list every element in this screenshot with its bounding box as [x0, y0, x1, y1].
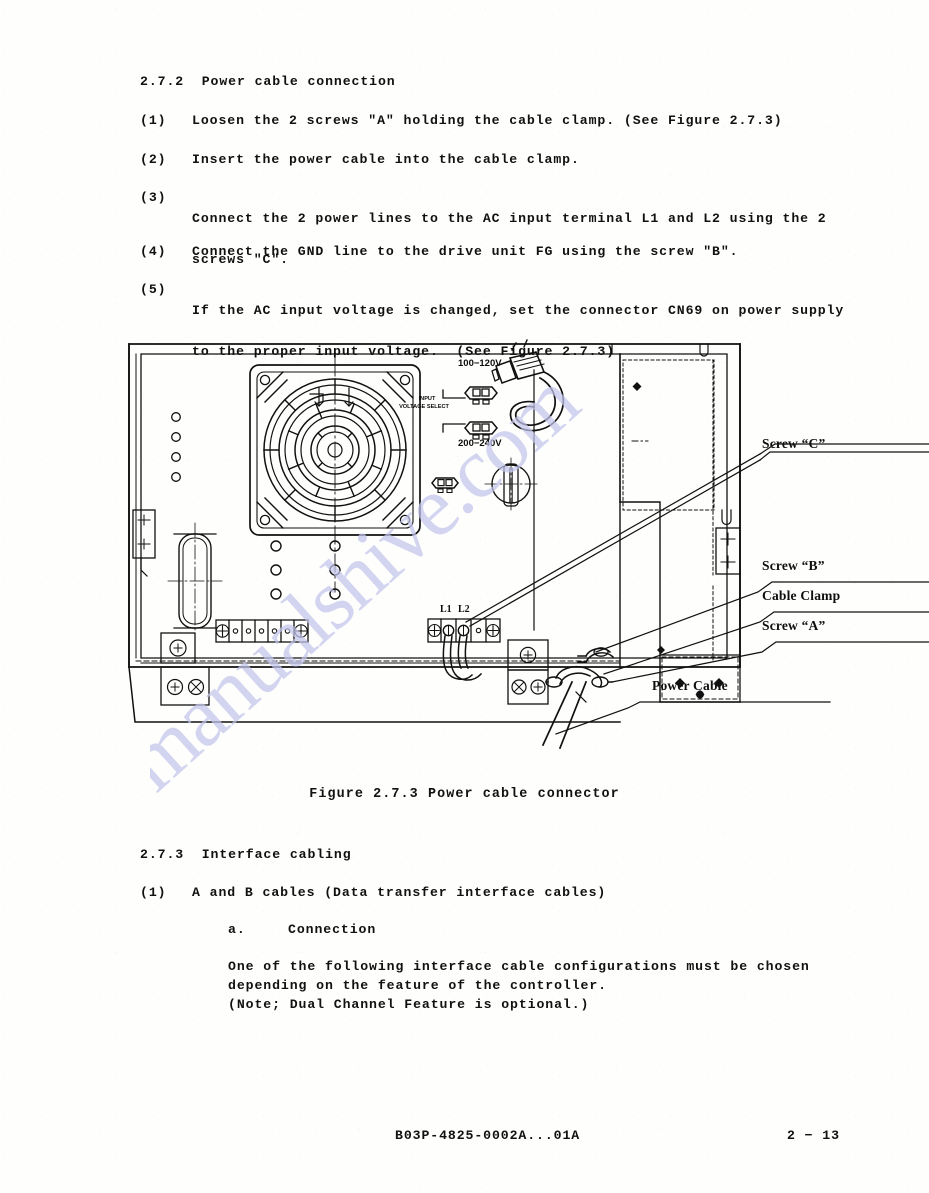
step-text-3: Connect the 2 power lines to the AC inpu…	[192, 188, 827, 291]
interface-paragraph-line-2: depending on the feature of the controll…	[228, 978, 607, 993]
terminal-label-l2: L2	[458, 604, 470, 615]
interface-sub-marker: a.	[228, 922, 246, 937]
section-heading-2-7-3: 2.7.3 Interface cabling	[140, 847, 352, 862]
input-voltage-select-label-line2: VOLTAGE SELECT	[399, 404, 449, 410]
callout-cable-clamp: Cable Clamp	[762, 588, 841, 603]
voltage-label-200-240: 200−240V	[458, 438, 502, 449]
section-heading-2-7-2: 2.7.2 Power cable connection	[140, 74, 396, 89]
callout-screw-c: Screw “C”	[762, 436, 826, 451]
figure-2-7-3-drawing: 100−120V 200−240V INPUT VOLTAGE SELECT L…	[0, 330, 929, 750]
step-text-1: Loosen the 2 screws "A" holding the cabl…	[192, 113, 783, 128]
footer-document-number: B03P-4825-0002A...01A	[395, 1128, 581, 1143]
step-marker-5: (5)	[140, 282, 167, 297]
terminal-label-l1: L1	[440, 604, 452, 615]
step-item-3: (3) Connect the 2 power lines to the AC …	[140, 188, 880, 291]
step-item-2: (2) Insert the power cable into the cabl…	[140, 150, 870, 171]
input-voltage-select-label-line1: INPUT	[418, 396, 436, 402]
interface-item-1: (1) A and B cables (Data transfer interf…	[140, 883, 870, 904]
callout-screw-b: Screw “B”	[762, 558, 825, 573]
step-marker-2: (2)	[140, 152, 167, 167]
step-text-3-line-1: Connect the 2 power lines to the AC inpu…	[192, 210, 827, 226]
document-page: manualshive.com 2.7.2 Power cable connec…	[0, 0, 929, 1193]
interface-paragraph-line-1: One of the following interface cable con…	[228, 959, 810, 974]
power-cable-connector-diagram	[128, 339, 929, 750]
interface-item-marker: (1)	[140, 885, 167, 900]
step-item-1: (1) Loosen the 2 screws "A" holding the …	[140, 111, 870, 132]
step-text-5-line-1: If the AC input voltage is changed, set …	[192, 302, 845, 318]
step-marker-3: (3)	[140, 190, 167, 205]
interface-paragraph-line-3: (Note; Dual Channel Feature is optional.…	[228, 997, 590, 1012]
callout-power-cable: Power Cable	[652, 678, 728, 693]
step-text-4: Connect the GND line to the drive unit F…	[192, 244, 739, 259]
voltage-label-100-120: 100−120V	[458, 358, 502, 369]
step-text-2: Insert the power cable into the cable cl…	[192, 152, 580, 167]
step-marker-1: (1)	[140, 113, 167, 128]
step-item-4: (4) Connect the GND line to the drive un…	[140, 242, 870, 263]
callout-screw-a: Screw “A”	[762, 618, 826, 633]
interface-item-text: A and B cables (Data transfer interface …	[192, 885, 607, 900]
interface-sub-item-a: a. Connection	[228, 920, 868, 941]
step-marker-4: (4)	[140, 244, 167, 259]
figure-caption: Figure 2.7.3 Power cable connector	[309, 787, 620, 802]
footer-page-number: 2 − 13	[787, 1128, 840, 1143]
interface-sub-text: Connection	[288, 922, 377, 937]
